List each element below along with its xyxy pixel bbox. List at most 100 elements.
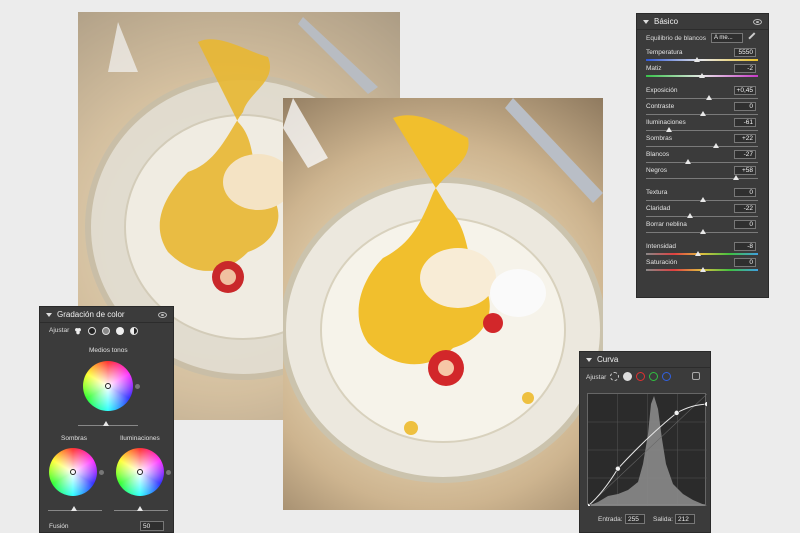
shadows-luminance-thumb[interactable] [71,506,77,511]
chevron-down-icon[interactable] [586,357,592,362]
parametric-curve-icon[interactable] [610,372,619,381]
slider-thumb[interactable] [712,143,719,148]
midtones-luminance-thumb[interactable] [103,421,109,426]
green-channel-icon[interactable] [649,372,658,381]
curve-panel: Curva Ajustar Entrada: 255 Salida: 212 [579,351,711,533]
three-way-icon[interactable] [74,327,82,335]
curve-point[interactable] [704,401,710,407]
wheel-handle[interactable] [70,469,76,475]
curve-graph[interactable] [585,393,710,509]
highlights-luminance-dot[interactable] [166,470,171,475]
white-balance-dropdown[interactable]: A me... [711,33,743,43]
shadows-luminance-dot[interactable] [99,470,104,475]
slider-label: Temperatura [646,49,683,56]
target-adjust-icon[interactable] [692,372,700,380]
curve-panel-header[interactable]: Curva [580,352,710,368]
slider-thumb[interactable] [694,57,701,62]
slider-value[interactable]: -22 [734,204,756,213]
slider-row: Matiz -2 [637,64,768,80]
curve-svg[interactable] [585,393,710,509]
curve-panel-title: Curva [597,355,619,364]
highlights-luminance-thumb[interactable] [137,506,143,511]
red-channel-icon[interactable] [636,372,645,381]
basic-panel-title: Básico [654,17,679,26]
slider-value[interactable]: -2 [734,64,756,73]
curve-point[interactable] [615,465,621,472]
slider-value[interactable]: +58 [734,166,756,175]
slider-track[interactable] [646,146,758,147]
slider-thumb[interactable] [700,229,706,234]
eye-icon[interactable] [158,311,167,318]
midtones-icon[interactable] [102,327,110,335]
basic-panel-header[interactable]: Básico [637,14,768,30]
highlights-color-wheel[interactable] [116,448,164,496]
slider-value[interactable]: -8 [734,242,756,251]
curve-adjust-label: Ajustar [586,374,607,381]
slider-thumb[interactable] [698,73,705,78]
slider-row: Claridad -22 [637,204,768,220]
slider-label: Contraste [646,103,675,110]
slider-thumb[interactable] [695,251,702,256]
highlights-label: Iluminaciones [120,435,160,442]
slider-row: Temperatura 5550 [637,48,768,64]
slider-thumb[interactable] [700,111,706,116]
blend-label: Fusión [49,523,69,530]
slider-thumb[interactable] [665,127,672,132]
slider-thumb[interactable] [705,95,712,100]
slider-value[interactable]: 0 [734,220,756,229]
chevron-down-icon[interactable] [46,312,52,317]
rgb-channel-icon[interactable] [623,372,632,381]
basic-sliders: Temperatura 5550 Matiz -2 Exposición +0,45 Con… [637,48,768,274]
shadows-icon[interactable] [88,327,96,335]
slider-track[interactable] [646,216,758,217]
slider-track[interactable] [646,178,758,179]
curve-point[interactable] [673,410,680,416]
eyedropper-icon[interactable] [748,32,760,44]
slider-row: Negros +58 [637,166,768,182]
slider-value[interactable]: 0 [734,102,756,111]
slider-row: Intensidad -8 [637,242,768,258]
slider-label: Saturación [646,259,678,266]
slider-row: Saturación 0 [637,258,768,274]
slider-value[interactable]: -27 [734,150,756,159]
slider-label: Matiz [646,65,662,72]
input-value[interactable]: 255 [625,514,645,524]
blend-value[interactable]: 50 [140,521,164,531]
slider-track[interactable] [646,130,758,131]
slider-track[interactable] [646,59,758,61]
color-grading-title: Gradación de color [57,310,125,319]
slider-value[interactable]: +0,45 [734,86,756,95]
blue-channel-icon[interactable] [662,372,671,381]
shadows-color-wheel[interactable] [49,448,97,496]
slider-thumb[interactable] [687,213,694,218]
slider-label: Borrar neblina [646,221,687,228]
chevron-down-icon[interactable] [643,19,649,24]
basic-panel: Básico Equilibrio de blancos A me... Tem… [636,13,769,298]
wheel-handle[interactable] [105,383,111,389]
slider-thumb[interactable] [733,175,740,180]
midtones-color-wheel[interactable] [83,361,133,411]
highlights-icon[interactable] [116,327,124,335]
slider-label: Sombras [646,135,673,142]
slider-value[interactable]: 5550 [734,48,756,57]
slider-track[interactable] [646,253,758,255]
output-value[interactable]: 212 [675,514,695,524]
slider-track[interactable] [646,162,758,163]
slider-value[interactable]: 0 [734,258,756,267]
slider-thumb[interactable] [700,197,706,202]
slider-thumb[interactable] [700,267,706,272]
slider-value[interactable]: 0 [734,188,756,197]
wheel-handle[interactable] [137,469,143,475]
slider-value[interactable]: +22 [734,134,756,143]
output-label: Salida: [653,516,673,523]
white-balance-label: Equilibrio de blancos [646,35,706,42]
slider-label: Iluminaciones [646,119,686,126]
eye-icon[interactable] [753,18,762,25]
slider-label: Exposición [646,87,678,94]
midtones-luminance-dot[interactable] [135,384,140,389]
slider-thumb[interactable] [685,159,692,164]
slider-value[interactable]: -61 [734,118,756,127]
slider-track[interactable] [646,98,758,99]
global-icon[interactable] [130,327,138,335]
color-grading-header[interactable]: Gradación de color [40,307,173,323]
